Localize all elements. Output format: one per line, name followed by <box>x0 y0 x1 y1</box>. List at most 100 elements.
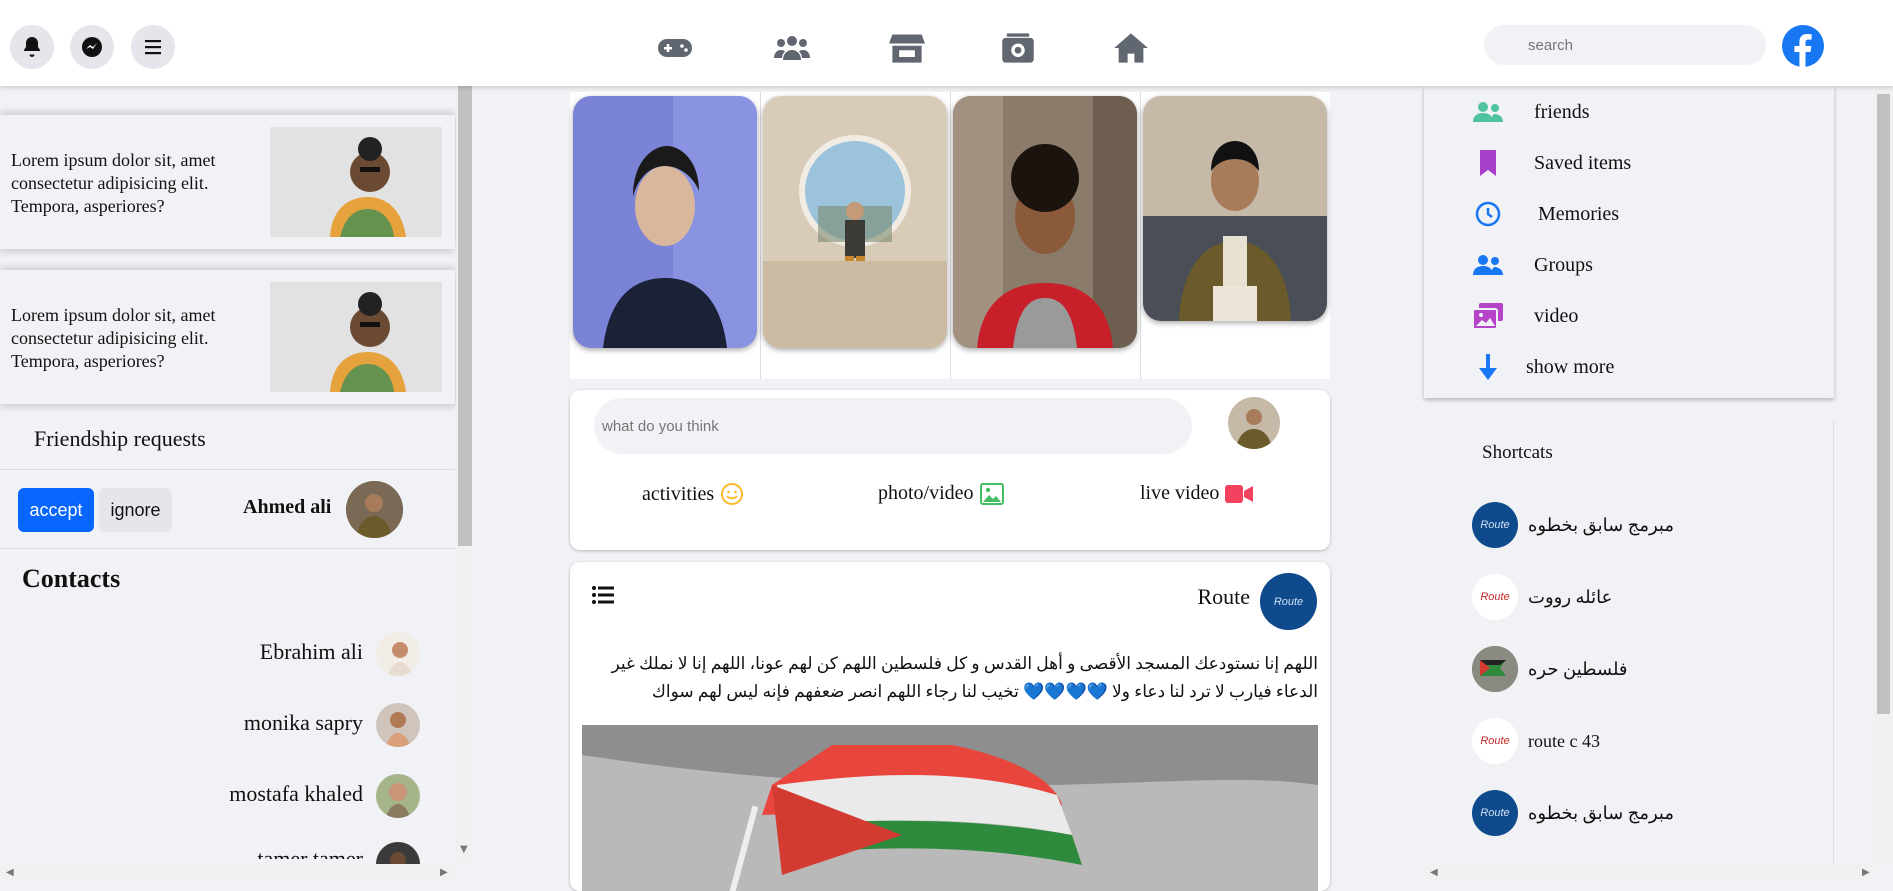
story-card-image <box>270 282 442 392</box>
contacts-title: Contacts <box>22 564 121 593</box>
story-card[interactable]: Lorem ipsum dolor sit, amet consectetur … <box>0 270 455 404</box>
photo-video-button[interactable]: photo/video <box>878 482 1004 505</box>
shortcut-logo: Route <box>1472 790 1518 836</box>
shortcut-item[interactable]: فلسطين حره <box>1472 646 1628 692</box>
menu-item-friends[interactable]: friends <box>1472 98 1590 126</box>
live-video-label: live video <box>1140 482 1220 504</box>
menu-item-label: Saved items <box>1534 151 1632 174</box>
friends-icon <box>1472 98 1504 126</box>
scrollbar-thumb[interactable] <box>1877 94 1890 714</box>
video-gallery-icon <box>1472 302 1504 330</box>
top-navbar <box>0 0 1893 86</box>
nav-gaming[interactable] <box>656 30 694 66</box>
shortcut-item[interactable]: Route مبرمج سابق بخطوه <box>1472 502 1674 548</box>
activities-button[interactable]: activities <box>642 482 744 506</box>
divider <box>0 469 455 470</box>
list-icon[interactable] <box>592 585 614 605</box>
live-video-button[interactable]: live video <box>1140 482 1254 505</box>
story-card-text: Lorem ipsum dolor sit, amet consectetur … <box>11 305 216 371</box>
bell-icon <box>24 37 40 57</box>
stories-strip <box>570 92 1330 379</box>
menu-icon <box>145 40 161 55</box>
shortcut-item[interactable]: Route عائله رووت <box>1472 574 1612 620</box>
notifications-button[interactable] <box>10 25 54 69</box>
shortcut-name: route c 43 <box>1528 730 1600 751</box>
post-composer: activities photo/video live video <box>570 390 1330 550</box>
scroll-down-arrow-icon[interactable]: ▼ <box>460 844 468 855</box>
story-item[interactable] <box>763 96 947 348</box>
scrollbar-thumb[interactable] <box>458 86 472 546</box>
post-author-avatar[interactable]: Route <box>1260 573 1317 630</box>
story-item[interactable] <box>953 96 1137 348</box>
show-more-button[interactable]: show more <box>1472 353 1614 381</box>
divider <box>950 92 951 379</box>
gaming-icon <box>658 39 692 57</box>
contact-avatar[interactable] <box>376 774 420 818</box>
accept-button[interactable]: accept <box>18 488 94 532</box>
nav-friends[interactable] <box>773 30 811 66</box>
people-icon <box>774 36 810 60</box>
shortcut-name: عائله رووت <box>1528 586 1613 607</box>
menu-item-saved[interactable]: Saved items <box>1472 149 1631 177</box>
shortcut-logo: Route <box>1472 574 1518 620</box>
shortcut-name: مبرمج سابق بخطوه <box>1528 514 1674 535</box>
shortcut-logo: Route <box>1472 502 1518 548</box>
ignore-button[interactable]: ignore <box>99 488 172 532</box>
messenger-button[interactable] <box>70 25 114 69</box>
menu-button[interactable] <box>131 25 175 69</box>
contact-name[interactable]: mostafa khaled <box>229 781 363 807</box>
menu-item-label: Memories <box>1538 202 1620 225</box>
divider <box>1140 92 1141 379</box>
menu-item-video[interactable]: video <box>1472 302 1578 330</box>
contact-avatar[interactable] <box>376 842 420 866</box>
left-sidebar: Lorem ipsum dolor sit, amet consectetur … <box>0 86 474 866</box>
story-item[interactable] <box>1143 96 1327 321</box>
search-input[interactable] <box>1484 25 1766 65</box>
scroll-left-arrow-icon[interactable]: ◀ <box>6 867 14 878</box>
shortcut-name: مبرمج سابق بخطوه <box>1528 802 1674 823</box>
store-icon <box>889 34 925 63</box>
shortcut-item[interactable]: Route مبرمج سابق بخطوه <box>1472 790 1674 836</box>
nav-home[interactable] <box>1112 30 1150 66</box>
contact-name[interactable]: Ebrahim ali <box>260 639 363 665</box>
scroll-right-arrow-icon[interactable]: ▶ <box>1862 867 1870 878</box>
post-author[interactable]: Route <box>1197 584 1250 610</box>
divider <box>0 548 455 549</box>
contact-name[interactable]: monika sapry <box>244 710 363 736</box>
right-horizontal-scrollbar[interactable] <box>1424 864 1874 882</box>
left-horizontal-scrollbar[interactable] <box>0 864 456 882</box>
post-image <box>582 725 1318 891</box>
story-card-text: Lorem ipsum dolor sit, amet consectetur … <box>11 150 216 216</box>
groups-icon <box>1472 251 1504 279</box>
scroll-right-arrow-icon[interactable]: ▶ <box>440 867 448 878</box>
shortcuts-title: Shortcats <box>1482 442 1553 463</box>
bookmark-icon <box>1472 149 1504 177</box>
home-icon <box>1114 33 1148 63</box>
shortcut-item[interactable]: Route route c 43 <box>1472 718 1600 764</box>
nav-watch[interactable] <box>999 30 1037 66</box>
menu-item-groups[interactable]: Groups <box>1472 251 1593 279</box>
nav-marketplace[interactable] <box>888 30 926 66</box>
menu-item-memories[interactable]: Memories <box>1472 200 1619 228</box>
right-sidebar: friends Saved items Memories Groups vide… <box>1424 86 1893 891</box>
left-scrollbar[interactable] <box>456 86 474 866</box>
menu-item-label: video <box>1534 304 1579 327</box>
shortcut-logo <box>1472 646 1518 692</box>
contact-name[interactable]: tamer tamer <box>257 846 363 859</box>
composer-avatar[interactable] <box>1228 397 1280 449</box>
contact-avatar[interactable] <box>376 632 420 676</box>
request-avatar[interactable] <box>346 481 403 538</box>
scroll-left-arrow-icon[interactable]: ◀ <box>1430 867 1438 878</box>
story-card-image <box>270 127 442 237</box>
story-item[interactable] <box>573 96 757 348</box>
contact-avatar[interactable] <box>376 703 420 747</box>
video-icon <box>1225 484 1254 503</box>
request-name: Ahmed ali <box>243 496 332 518</box>
story-card[interactable]: Lorem ipsum dolor sit, amet consectetur … <box>0 115 455 249</box>
arrow-down-icon <box>1472 353 1504 381</box>
image-icon <box>979 482 1004 505</box>
facebook-logo-icon[interactable] <box>1782 25 1824 67</box>
post-input[interactable] <box>594 398 1192 454</box>
right-scrollbar[interactable] <box>1874 86 1893 866</box>
shortcut-name: فلسطين حره <box>1528 658 1628 679</box>
